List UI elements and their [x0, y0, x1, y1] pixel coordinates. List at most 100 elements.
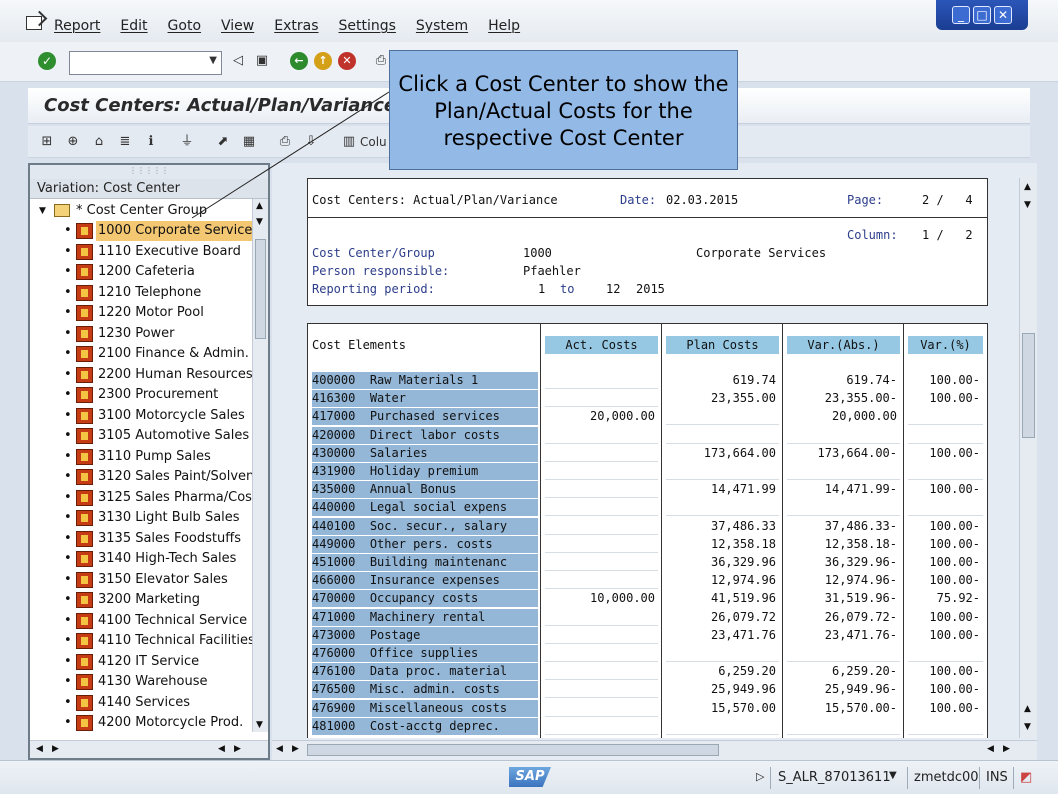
plan-costs-cell[interactable]: 12,358.18 — [666, 535, 779, 553]
command-field[interactable]: ▼ — [69, 51, 222, 75]
act-costs-cell[interactable] — [545, 517, 658, 535]
report-scroll-thumb[interactable] — [1022, 333, 1035, 438]
var-abs-cell[interactable]: 37,486.33- — [787, 517, 900, 535]
table-row[interactable]: 451000 Building maintenanc 36,329.96 36,32… — [308, 554, 989, 572]
scroll-up-icon[interactable]: ▲ — [256, 201, 263, 211]
scroll-up-icon[interactable]: ▲ — [1024, 182, 1031, 192]
act-costs-cell[interactable] — [545, 626, 658, 644]
var-abs-cell[interactable]: 619.74- — [787, 372, 900, 389]
var-abs-cell[interactable]: 25,949.96- — [787, 681, 900, 699]
var-pct-cell[interactable]: 100.00- — [908, 390, 983, 408]
act-costs-cell[interactable] — [545, 463, 658, 480]
table-row[interactable]: 430000 Salaries 173,664.00 173,664.00- 100.… — [308, 444, 989, 463]
act-costs-cell[interactable] — [545, 645, 658, 662]
cost-element-cell[interactable]: 431900 Holiday premium — [312, 463, 538, 480]
var-abs-cell[interactable]: 23,471.76- — [787, 626, 900, 644]
report-hscroll-thumb[interactable] — [307, 744, 719, 756]
transaction-dropdown-icon[interactable]: ▼ — [889, 770, 897, 781]
plan-costs-cell[interactable]: 619.74 — [666, 372, 779, 389]
scroll-left-end-icon[interactable]: ◀ — [987, 744, 994, 754]
var-pct-cell[interactable]: 100.00- — [908, 608, 983, 626]
plan-costs-cell[interactable]: 12,974.96 — [666, 572, 779, 590]
cost-element-cell[interactable]: 449000 Other pers. costs — [312, 535, 538, 553]
table-row[interactable]: 431900 Holiday premium — [308, 463, 989, 481]
structure-icon[interactable]: ⌂ — [90, 133, 108, 151]
enter-check-icon[interactable]: ✓ — [38, 52, 56, 70]
status-expand-icon[interactable]: ▷ — [756, 770, 764, 783]
table-row[interactable]: 440000 Legal social expens — [308, 499, 989, 517]
scroll-right-end-icon[interactable]: ▶ — [1003, 744, 1010, 754]
exit-icon[interactable]: ↑ — [314, 52, 332, 70]
table-row[interactable]: 481000 Cost-acctg deprec. — [308, 717, 989, 736]
menu-extras[interactable]: Extras — [274, 18, 318, 34]
scroll-down-icon[interactable]: ▼ — [1024, 200, 1031, 210]
menu-view[interactable]: View — [221, 18, 254, 34]
cost-element-cell[interactable]: 476000 Office supplies — [312, 645, 538, 662]
var-pct-cell[interactable]: 100.00- — [908, 663, 983, 681]
cost-element-cell[interactable]: 440000 Legal social expens — [312, 499, 538, 517]
cost-element-cell[interactable]: 430000 Salaries — [312, 444, 538, 462]
scroll-down-end-icon[interactable]: ▼ — [1024, 722, 1031, 732]
table-row[interactable]: 476100 Data proc. material 6,259.20 6,259.… — [308, 663, 989, 681]
var-pct-cell[interactable]: 100.00- — [908, 554, 983, 571]
scroll-up-end-icon[interactable]: ▲ — [1024, 704, 1031, 714]
print-preview-icon[interactable]: ⎙ — [276, 133, 294, 151]
var-pct-cell[interactable]: 100.00- — [908, 626, 983, 644]
var-abs-cell[interactable]: 173,664.00- — [787, 444, 900, 462]
cost-element-cell[interactable]: 470000 Occupancy costs — [312, 590, 538, 608]
plan-costs-cell[interactable]: 14,471.99 — [666, 481, 779, 499]
menu-settings[interactable]: Settings — [339, 18, 396, 34]
cancel-icon[interactable]: ✕ — [338, 52, 356, 70]
act-costs-cell[interactable] — [545, 444, 658, 462]
menu-goto[interactable]: Goto — [168, 18, 201, 34]
scroll-right-end-icon[interactable]: ▶ — [234, 744, 241, 754]
act-costs-cell[interactable] — [545, 390, 658, 408]
collapse-left-icon[interactable]: ◁ — [229, 52, 247, 70]
var-abs-cell[interactable] — [787, 717, 900, 735]
scroll-left-icon[interactable]: ◀ — [36, 744, 43, 754]
var-abs-cell[interactable]: 26,079.72- — [787, 608, 900, 626]
var-abs-cell[interactable] — [787, 463, 900, 480]
cost-element-cell[interactable]: 420000 Direct labor costs — [312, 426, 538, 444]
plan-costs-cell[interactable]: 41,519.96 — [666, 590, 779, 608]
layout-icon[interactable]: ▦ — [240, 133, 258, 151]
plan-costs-cell[interactable]: 173,664.00 — [666, 444, 779, 462]
table-row[interactable]: 466000 Insurance expenses 12,974.96 12,974… — [308, 572, 989, 590]
var-pct-cell[interactable]: 75.92- — [908, 590, 983, 608]
table-row[interactable]: 435000 Annual Bonus 14,471.99 14,471.99- 10… — [308, 481, 989, 499]
back-icon[interactable]: ← — [290, 52, 308, 70]
menu-report[interactable]: Report — [54, 18, 100, 34]
cost-element-cell[interactable]: 466000 Insurance expenses — [312, 572, 538, 590]
plan-costs-cell[interactable] — [666, 645, 779, 662]
act-costs-cell[interactable] — [545, 681, 658, 699]
table-row[interactable]: 416300 Water 23,355.00 23,355.00- 100.00- — [308, 390, 989, 408]
plan-costs-cell[interactable]: 37,486.33 — [666, 517, 779, 535]
act-costs-cell[interactable] — [545, 554, 658, 571]
scroll-down-end-icon[interactable]: ▼ — [256, 720, 263, 730]
plan-costs-cell[interactable]: 15,570.00 — [666, 699, 779, 717]
hierarchy-icon[interactable]: ⊞ — [38, 133, 56, 151]
var-pct-cell[interactable]: 100.00- — [908, 681, 983, 699]
scroll-down-icon[interactable]: ▼ — [256, 217, 263, 227]
print-icon[interactable]: ⎙ — [372, 52, 390, 70]
save-icon[interactable]: ▣ — [253, 52, 271, 70]
var-pct-cell[interactable] — [908, 463, 983, 480]
table-row[interactable]: 476000 Office supplies — [308, 645, 989, 663]
scroll-left-end-icon[interactable]: ◀ — [218, 744, 225, 754]
var-pct-cell[interactable] — [908, 499, 983, 517]
minimize-icon[interactable]: _ — [952, 6, 970, 24]
table-row[interactable]: 476500 Misc. admin. costs 25,949.96 25,949… — [308, 681, 989, 699]
act-costs-cell[interactable]: 20,000.00 — [545, 408, 658, 426]
cost-element-cell[interactable]: 473000 Postage — [312, 626, 538, 644]
scroll-left-icon[interactable]: ◀ — [276, 744, 283, 754]
var-pct-cell[interactable] — [908, 645, 983, 662]
var-abs-cell[interactable]: 31,519.96- — [787, 590, 900, 608]
menu-toggle-icon[interactable] — [26, 16, 42, 30]
var-abs-cell[interactable]: 23,355.00- — [787, 390, 900, 408]
menu-system[interactable]: System — [416, 18, 468, 34]
table-row[interactable]: 476900 Miscellaneous costs 15,570.00 15,57… — [308, 699, 989, 718]
act-costs-cell[interactable]: 10,000.00 — [545, 590, 658, 608]
table-row[interactable]: 473000 Postage 23,471.76 23,471.76- 100.00- — [308, 626, 989, 645]
var-pct-cell[interactable]: 100.00- — [908, 372, 983, 389]
table-row[interactable]: 400000 Raw Materials 1 619.74 619.74- 100.0… — [308, 372, 989, 390]
